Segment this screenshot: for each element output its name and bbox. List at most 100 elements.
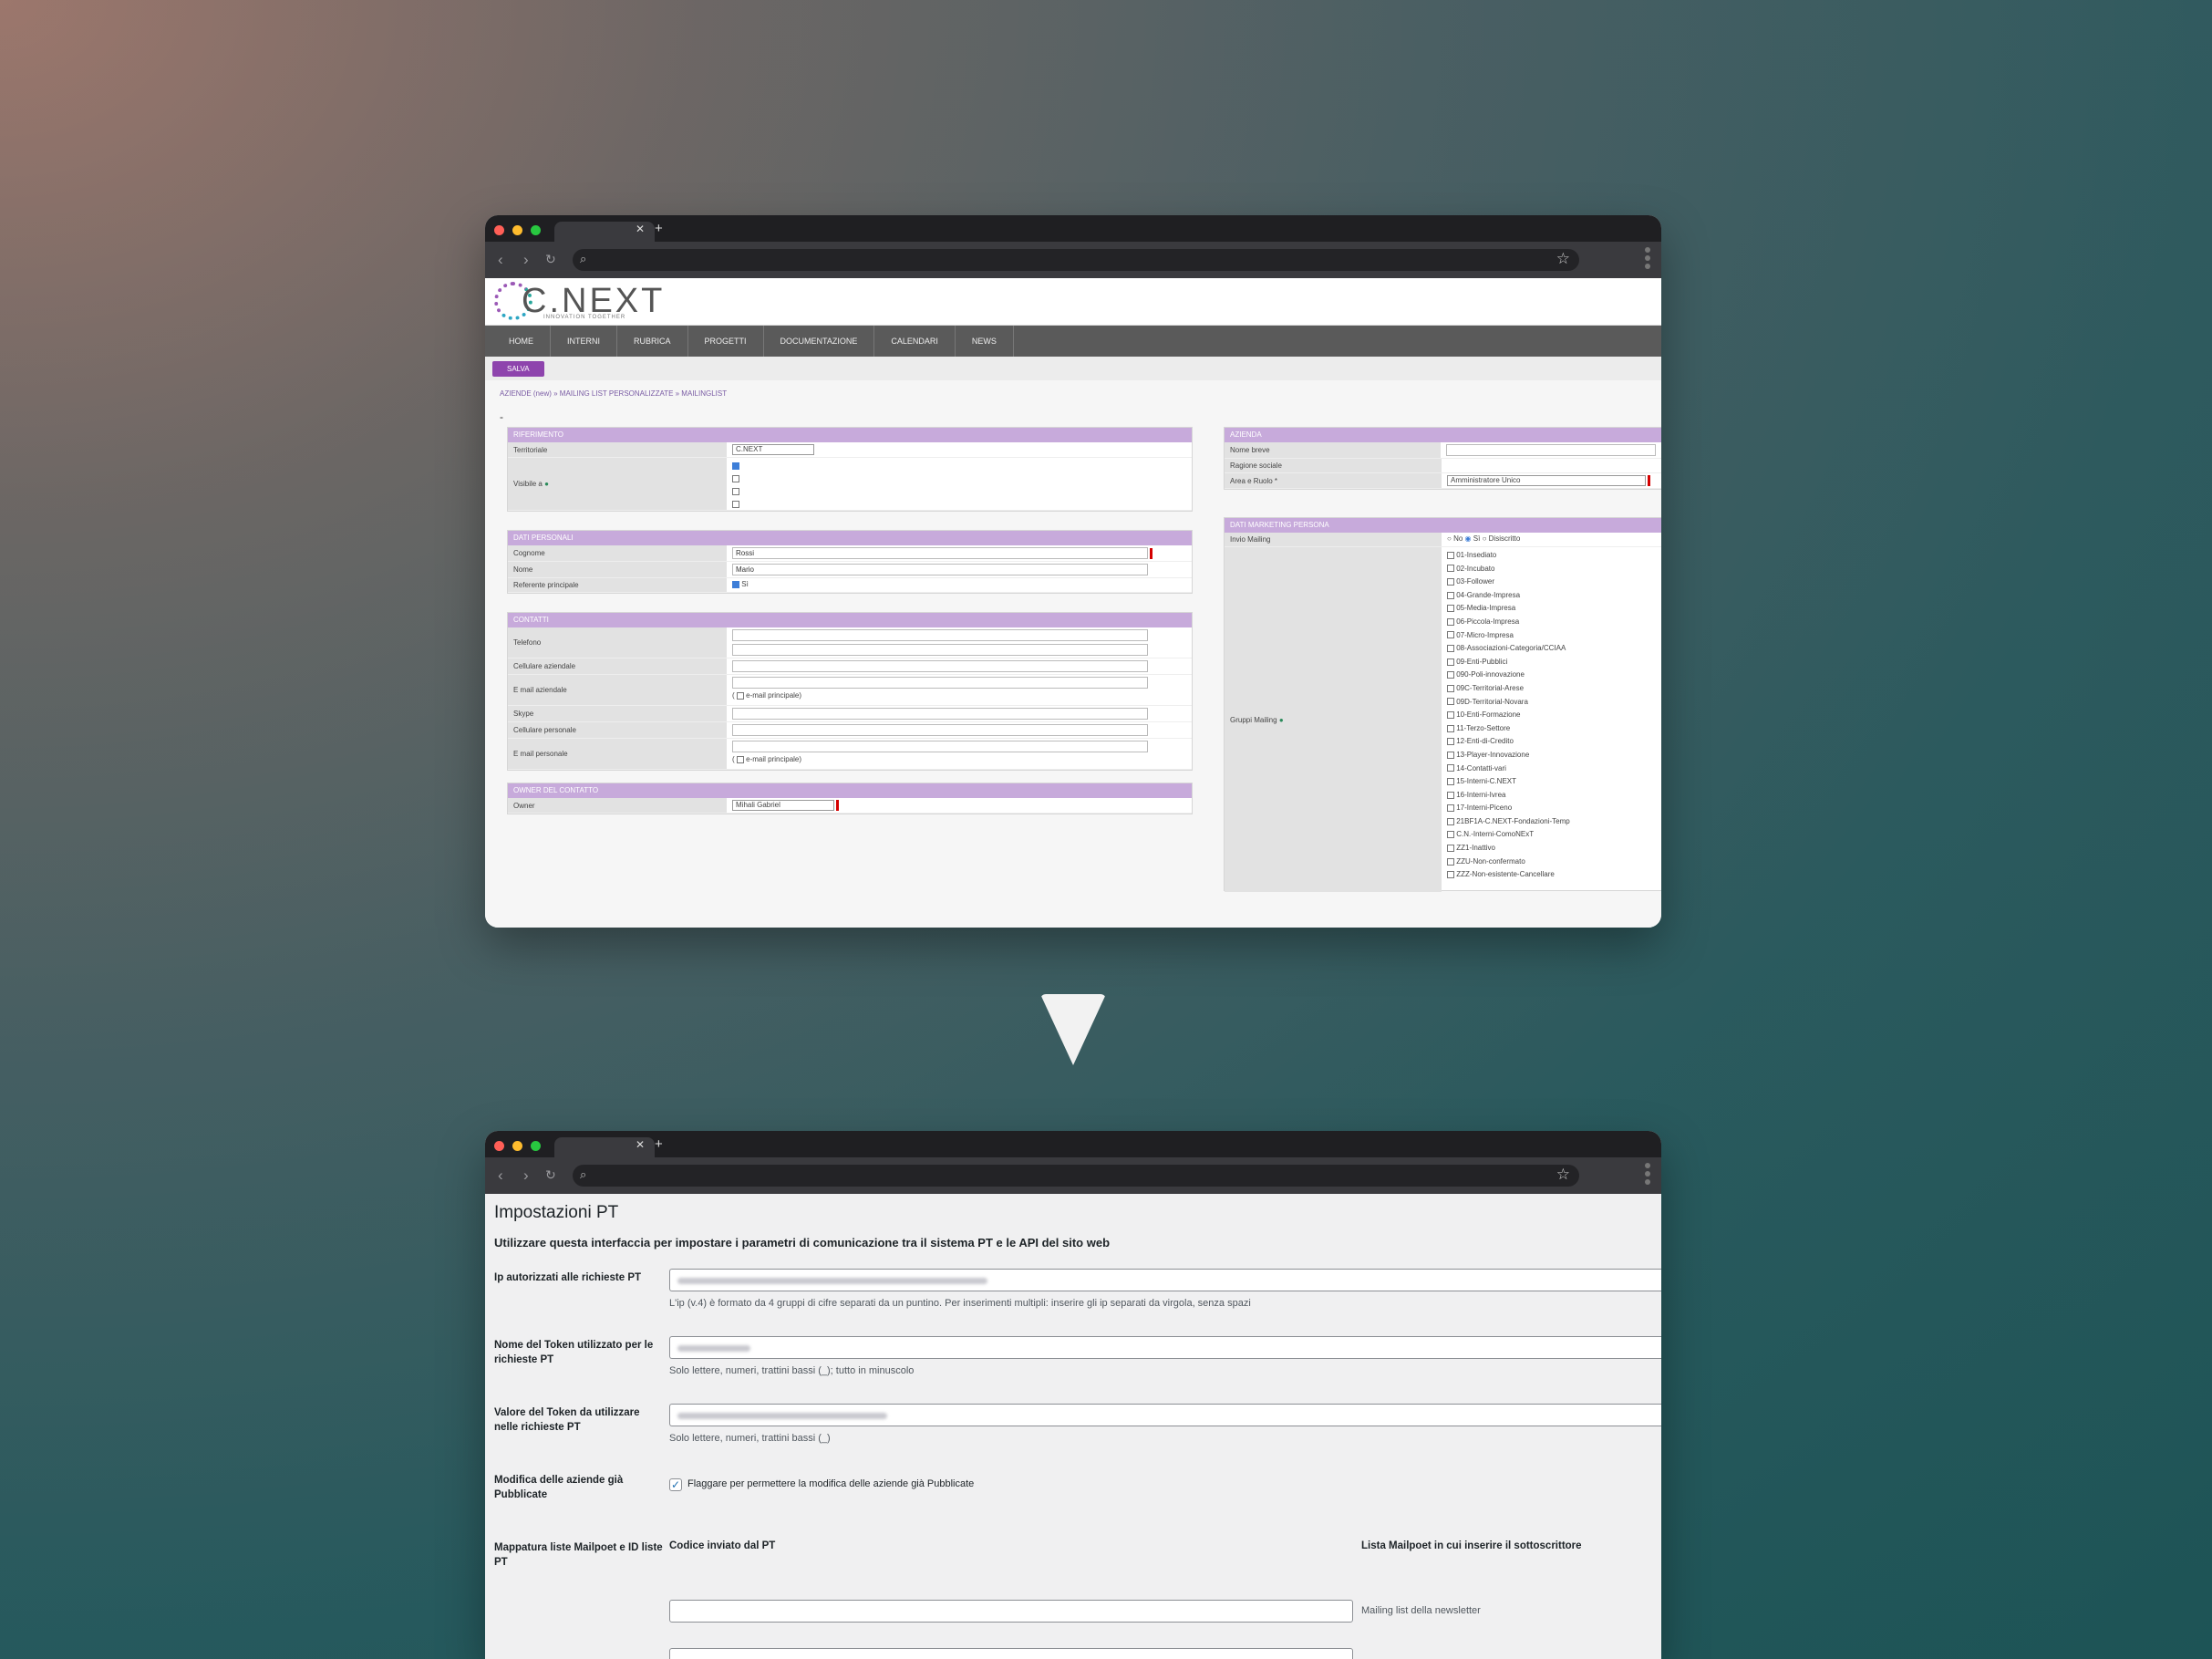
mapping-code-input-1[interactable] — [669, 1600, 1353, 1623]
gruppo-item[interactable]: 03-Follower — [1447, 575, 1656, 589]
radio-no[interactable]: ○ — [1447, 534, 1452, 543]
maximize-window-button[interactable] — [531, 225, 541, 235]
nome-breve-input[interactable] — [1446, 444, 1656, 456]
gruppo-checkbox[interactable] — [1447, 738, 1454, 746]
browser-menu-icon[interactable] — [1645, 247, 1650, 272]
gruppo-checkbox[interactable] — [1447, 671, 1454, 679]
cnext-logo[interactable]: C.NEXT INNOVATION TOGETHER — [494, 282, 662, 322]
owner-select[interactable]: Mihali Gabriel — [732, 800, 834, 812]
nav-news[interactable]: NEWS — [956, 326, 1014, 357]
save-button[interactable]: SALVA — [492, 361, 544, 377]
gruppo-checkbox[interactable] — [1447, 684, 1454, 692]
gruppo-checkbox[interactable] — [1447, 844, 1454, 852]
forward-icon[interactable]: › — [523, 251, 529, 269]
gruppo-checkbox[interactable] — [1447, 857, 1454, 866]
email-aziendale-principale-checkbox[interactable] — [736, 691, 744, 700]
modify-checkbox[interactable]: ✓ — [669, 1478, 682, 1491]
referente-checkbox[interactable] — [732, 580, 739, 588]
breadcrumb[interactable]: AZIENDE (new) » MAILING LIST PERSONALIZZ… — [500, 389, 727, 398]
close-window-button[interactable] — [494, 225, 504, 235]
gruppo-item[interactable]: 090-Poli-innovazione — [1447, 669, 1656, 682]
gruppo-item[interactable]: 08-Associazioni-Categoria/CCIAA — [1447, 642, 1656, 656]
gruppo-item[interactable]: 21BF1A-C.NEXT-Fondazioni-Temp — [1447, 815, 1656, 829]
visibile-checkbox-3[interactable] — [732, 487, 739, 495]
visibile-checkbox-1[interactable] — [732, 461, 739, 470]
cellulare-personale-input[interactable] — [732, 724, 1148, 736]
nav-interni[interactable]: INTERNI — [551, 326, 617, 357]
gruppo-item[interactable]: 07-Micro-Impresa — [1447, 629, 1656, 643]
close-window-button[interactable] — [494, 1141, 504, 1151]
nav-home[interactable]: HOME — [492, 326, 551, 357]
cellulare-aziendale-input[interactable] — [732, 660, 1148, 672]
email-aziendale-input[interactable] — [732, 677, 1148, 689]
gruppo-checkbox[interactable] — [1447, 551, 1454, 559]
token-name-input[interactable] — [669, 1336, 1661, 1359]
gruppo-item[interactable]: 09-Enti-Pubblici — [1447, 656, 1656, 669]
nav-rubrica[interactable]: RUBRICA — [617, 326, 688, 357]
cognome-input[interactable]: Rossi — [732, 547, 1148, 559]
gruppo-checkbox[interactable] — [1447, 658, 1454, 666]
telefono-input-1[interactable] — [732, 629, 1148, 641]
gruppo-item[interactable]: ZZU-Non-confermato — [1447, 855, 1656, 869]
close-tab-icon[interactable]: ✕ — [636, 1138, 645, 1151]
gruppo-item[interactable]: ZZ1-Inattivo — [1447, 842, 1656, 855]
minimize-window-button[interactable] — [512, 1141, 522, 1151]
back-icon[interactable]: ‹ — [498, 1166, 503, 1185]
gruppo-checkbox[interactable] — [1447, 565, 1454, 573]
gruppo-item[interactable]: 15-Interni-C.NEXT — [1447, 775, 1656, 789]
close-tab-icon[interactable]: ✕ — [636, 223, 645, 235]
gruppo-checkbox[interactable] — [1447, 698, 1454, 706]
territoriale-select[interactable]: C.NEXT — [732, 444, 814, 455]
email-personale-input[interactable] — [732, 741, 1148, 752]
nav-calendari[interactable]: CALENDARI — [874, 326, 956, 357]
gruppo-checkbox[interactable] — [1447, 631, 1454, 639]
gruppo-item[interactable]: 04-Grande-Impresa — [1447, 589, 1656, 603]
gruppo-item[interactable]: 13-Player-Innovazione — [1447, 749, 1656, 762]
address-bar[interactable]: ⌕ ☆ — [573, 249, 1579, 271]
gruppo-checkbox[interactable] — [1447, 871, 1454, 879]
gruppo-checkbox[interactable] — [1447, 777, 1454, 785]
new-tab-icon[interactable]: + — [655, 221, 663, 236]
skype-input[interactable] — [732, 708, 1148, 720]
nome-input[interactable]: Mario — [732, 564, 1148, 575]
gruppo-item[interactable]: 11-Terzo-Settore — [1447, 722, 1656, 736]
forward-icon[interactable]: › — [523, 1166, 529, 1185]
area-ruolo-select[interactable]: Amministratore Unico — [1447, 475, 1646, 487]
gruppo-item[interactable]: ZZZ-Non-esistente-Cancellare — [1447, 868, 1656, 882]
email-personale-principale-checkbox[interactable] — [736, 755, 744, 763]
minimize-window-button[interactable] — [512, 225, 522, 235]
gruppo-item[interactable]: 09D-Territorial-Novara — [1447, 696, 1656, 710]
browser-menu-icon[interactable] — [1645, 1163, 1650, 1187]
gruppo-item[interactable]: 05-Media-Impresa — [1447, 602, 1656, 616]
gruppo-item[interactable]: C.N.-Interni-ComoNExT — [1447, 828, 1656, 842]
gruppo-item[interactable]: 14-Contatti-vari — [1447, 762, 1656, 776]
gruppo-checkbox[interactable] — [1447, 605, 1454, 613]
gruppo-checkbox[interactable] — [1447, 724, 1454, 732]
bookmark-star-icon[interactable]: ☆ — [1556, 1166, 1570, 1184]
gruppo-checkbox[interactable] — [1447, 617, 1454, 626]
gruppo-checkbox[interactable] — [1447, 591, 1454, 599]
nav-documentazione[interactable]: DOCUMENTAZIONE — [764, 326, 875, 357]
reload-icon[interactable]: ↻ — [545, 252, 556, 267]
gruppo-item[interactable]: 10-Enti-Formazione — [1447, 709, 1656, 722]
gruppo-item[interactable]: 01-Insediato — [1447, 549, 1656, 563]
gruppo-item[interactable]: 16-Interni-Ivrea — [1447, 789, 1656, 803]
visibile-checkbox-2[interactable] — [732, 474, 739, 482]
gruppo-checkbox[interactable] — [1447, 831, 1454, 839]
nav-progetti[interactable]: PROGETTI — [688, 326, 764, 357]
gruppo-checkbox[interactable] — [1447, 764, 1454, 772]
back-icon[interactable]: ‹ — [498, 251, 503, 269]
mapping-code-input-2[interactable] — [669, 1648, 1353, 1659]
gruppo-item[interactable]: 17-Interni-Piceno — [1447, 802, 1656, 815]
ip-input[interactable] — [669, 1269, 1661, 1291]
bookmark-star-icon[interactable]: ☆ — [1556, 250, 1570, 268]
gruppo-item[interactable]: 12-Enti-di-Credito — [1447, 735, 1656, 749]
gruppo-item[interactable]: 06-Piccola-Impresa — [1447, 616, 1656, 629]
gruppo-checkbox[interactable] — [1447, 645, 1454, 653]
gruppo-item[interactable]: 09C-Territorial-Arese — [1447, 682, 1656, 696]
visibile-checkbox-4[interactable] — [732, 500, 739, 508]
radio-si[interactable]: ◉ — [1465, 534, 1472, 543]
address-bar[interactable]: ⌕ ☆ — [573, 1165, 1579, 1187]
gruppo-checkbox[interactable] — [1447, 804, 1454, 813]
telefono-input-2[interactable] — [732, 644, 1148, 656]
